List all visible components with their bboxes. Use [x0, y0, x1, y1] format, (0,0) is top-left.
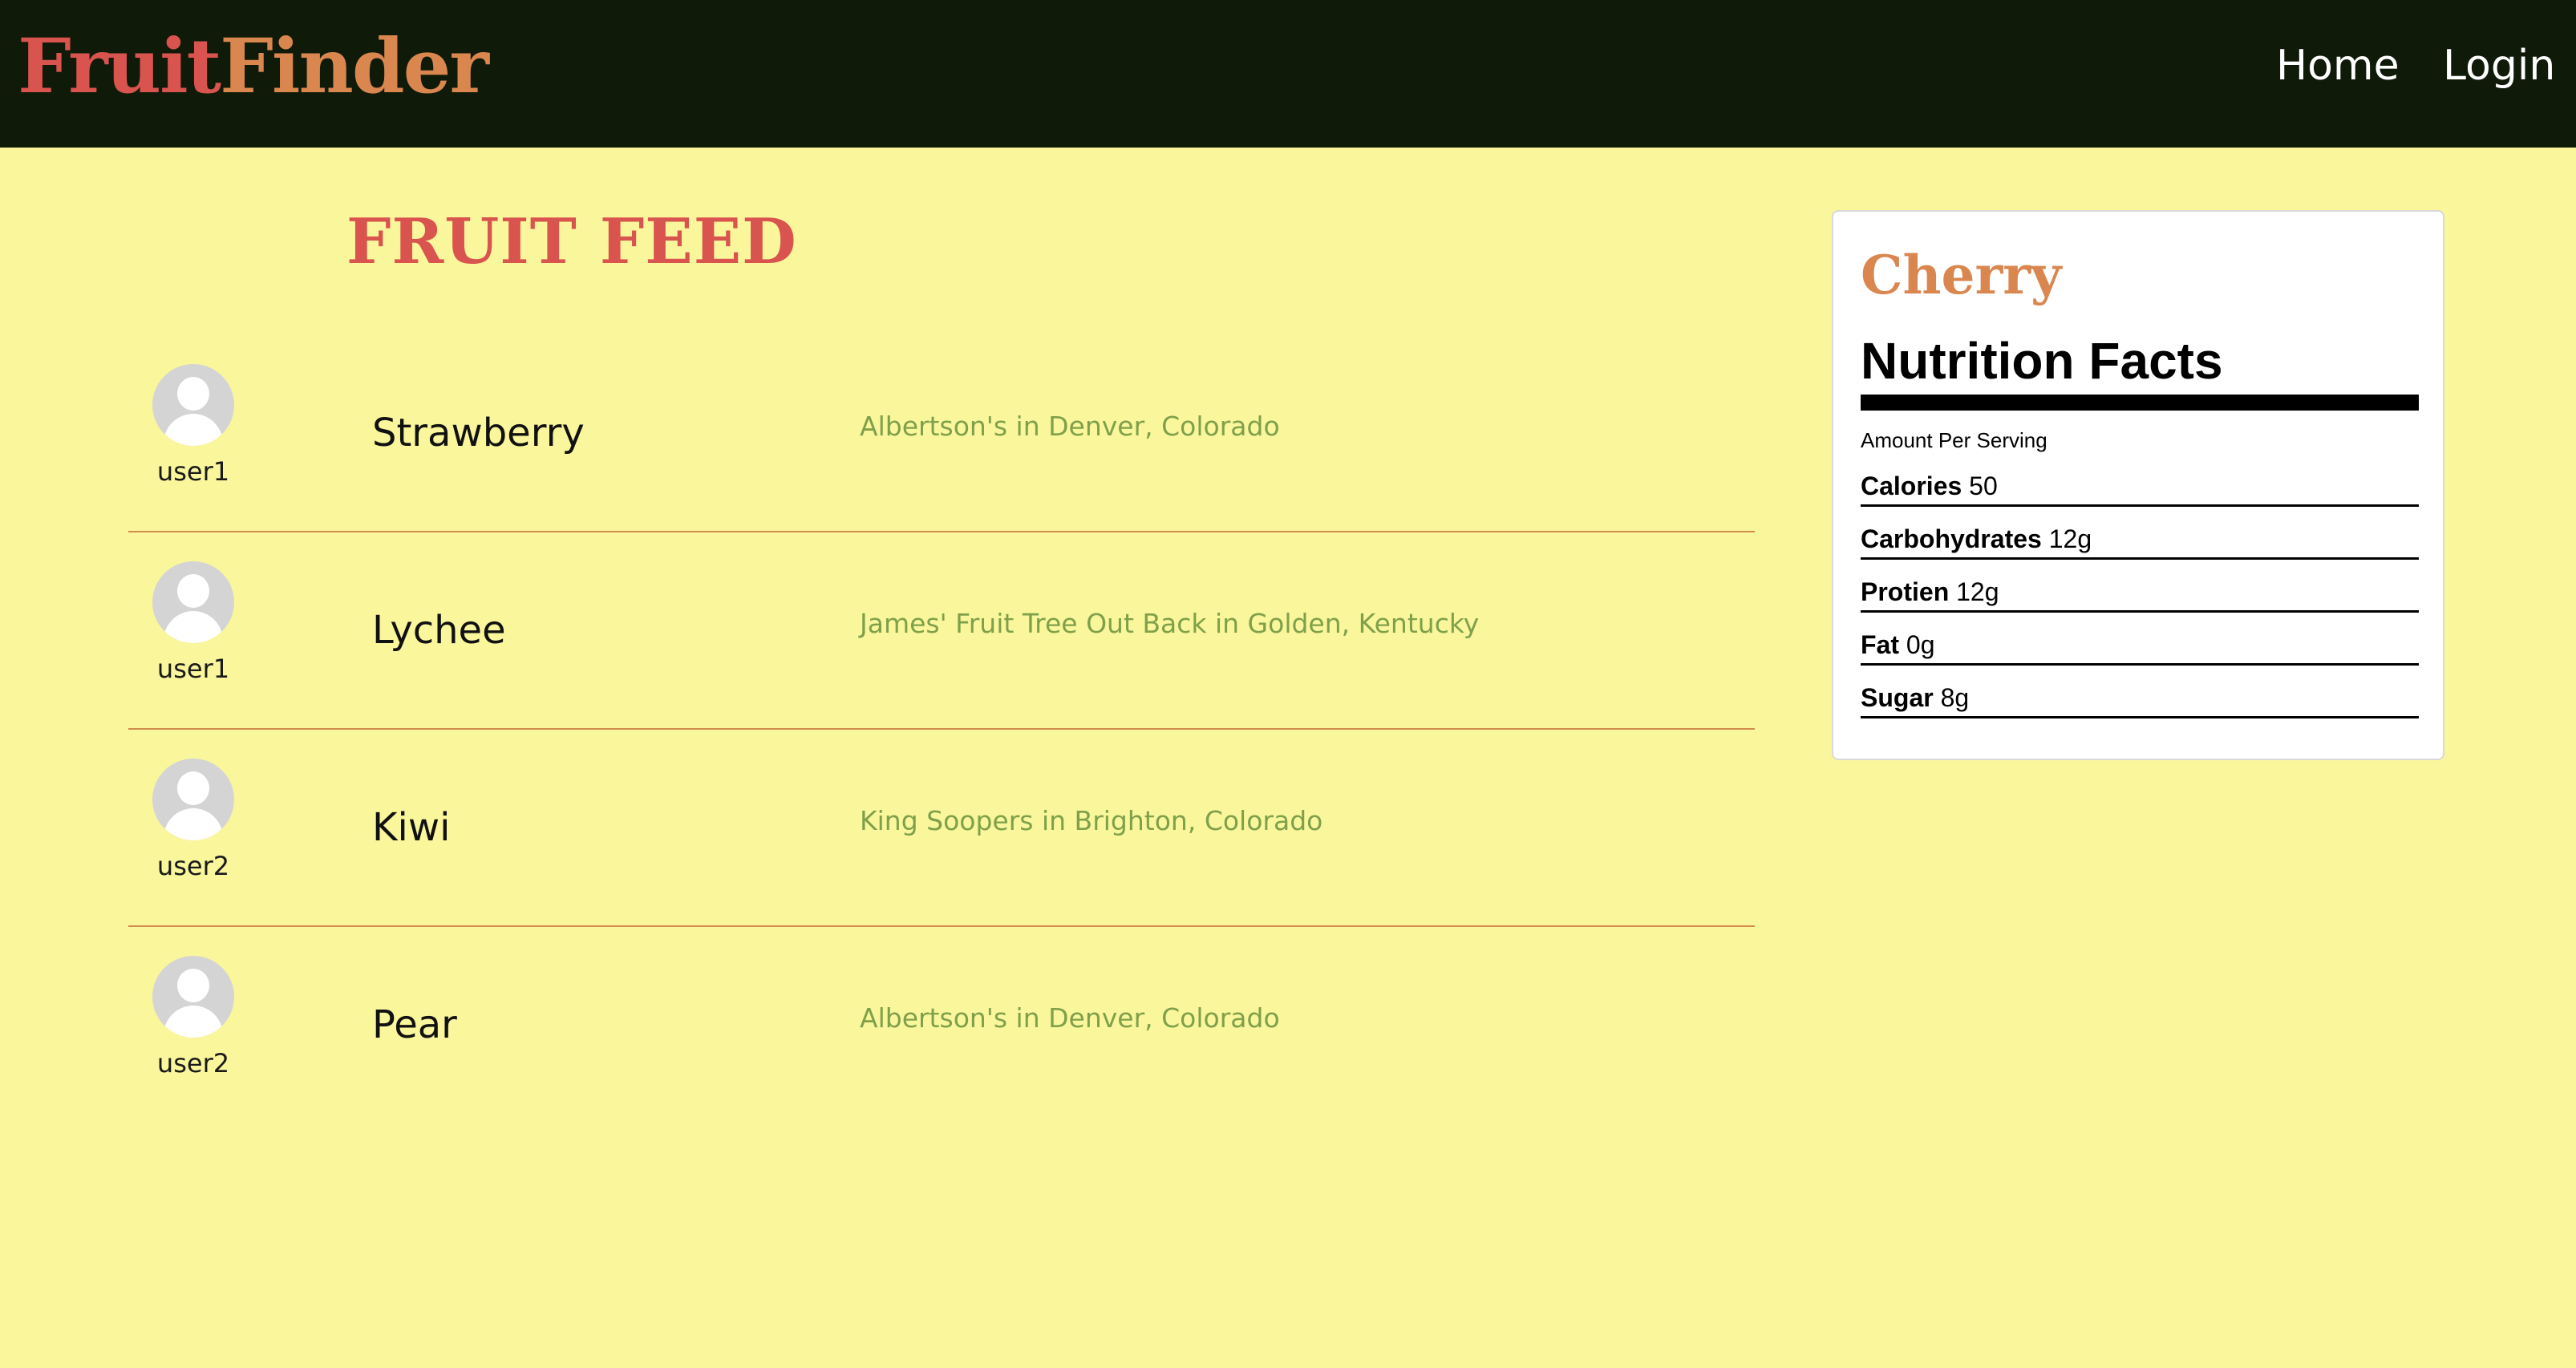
post-location: King Soopers in Brighton, Colorado — [860, 805, 1323, 836]
post-fruit-name[interactable]: Kiwi — [372, 803, 450, 852]
nutrition-row-label: Protien — [1861, 577, 1950, 606]
feed-post[interactable]: user2 Pear Albertson's in Denver, Colora… — [128, 927, 1755, 1124]
feed-post[interactable]: user1 Strawberry Albertson's in Denver, … — [128, 335, 1755, 532]
post-username[interactable]: user2 — [128, 850, 258, 882]
post-username[interactable]: user2 — [128, 1047, 258, 1079]
nutrition-row-value: 0g — [1906, 630, 1935, 659]
post-username[interactable]: user1 — [128, 455, 258, 488]
page-title: FRUIT FEED — [346, 205, 797, 278]
feed-post[interactable]: user1 Lychee James' Fruit Tree Out Back … — [128, 532, 1755, 730]
user-avatar-icon[interactable] — [152, 364, 234, 446]
nutrition-row-label: Sugar — [1861, 683, 1934, 712]
brand-logo-part-finder: Finder — [220, 22, 489, 111]
post-fruit-name[interactable]: Lychee — [372, 606, 506, 654]
brand-logo-part-fruit: Fruit — [18, 22, 221, 111]
post-location: Albertson's in Denver, Colorado — [860, 1002, 1280, 1034]
post-location: James' Fruit Tree Out Back in Golden, Ke… — [860, 608, 1480, 639]
brand-logo[interactable]: FruitFinder — [18, 22, 489, 111]
user-avatar-icon[interactable] — [152, 956, 234, 1038]
user-avatar-icon[interactable] — [152, 561, 234, 643]
feed-post[interactable]: user2 Kiwi King Soopers in Brighton, Col… — [128, 730, 1755, 927]
nutrition-row-value: 12g — [2048, 524, 2092, 553]
post-location: Albertson's in Denver, Colorado — [860, 411, 1280, 442]
nutrition-row-carbohydrates: Carbohydrates 12g — [1861, 508, 2419, 560]
nutrition-row-label: Carbohydrates — [1861, 524, 2042, 553]
nutrition-facts-heading: Nutrition Facts — [1861, 332, 2223, 390]
nutrition-fruit-title: Cherry — [1861, 244, 2062, 306]
top-navbar: FruitFinder Home Login — [0, 0, 2576, 148]
post-fruit-name[interactable]: Pear — [372, 1001, 457, 1049]
nav-home-link[interactable]: Home — [2276, 40, 2400, 91]
nutrition-row-calories: Calories 50 — [1861, 455, 2419, 507]
nutrition-row-label: Fat — [1861, 630, 1899, 659]
nutrition-thick-divider — [1861, 395, 2419, 411]
user-avatar-icon[interactable] — [152, 759, 234, 840]
nutrition-row-sugar: Sugar 8g — [1861, 667, 2419, 718]
nutrition-row-label: Calories — [1861, 472, 1962, 500]
nav-login-link[interactable]: Login — [2443, 40, 2555, 91]
post-fruit-name[interactable]: Strawberry — [372, 409, 585, 457]
nutrition-row-value: 50 — [1969, 472, 1998, 500]
nutrition-row-value: 12g — [1956, 577, 1999, 606]
post-username[interactable]: user1 — [128, 653, 258, 685]
nutrition-row-protein: Protien 12g — [1861, 561, 2419, 613]
nutrition-facts-card: Cherry Nutrition Facts Amount Per Servin… — [1832, 210, 2444, 760]
nutrition-row-fat: Fat 0g — [1861, 614, 2419, 666]
amount-per-serving-label: Amount Per Serving — [1861, 428, 2047, 452]
nutrition-row-value: 8g — [1940, 683, 1970, 712]
